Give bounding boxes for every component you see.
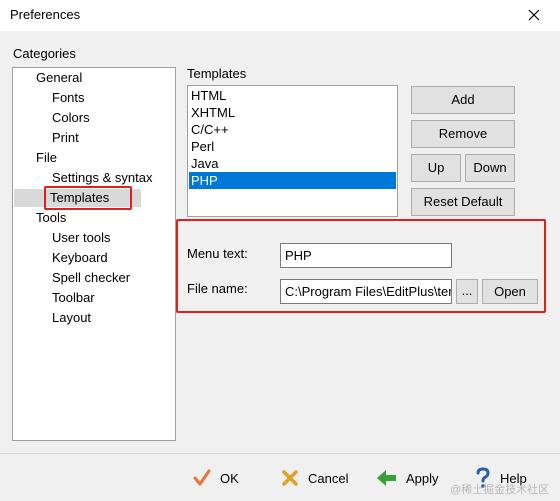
cancel-button[interactable]: Cancel <box>280 464 348 492</box>
list-item-java[interactable]: Java <box>189 155 396 172</box>
footer-separator <box>0 453 560 454</box>
ok-button[interactable]: OK <box>192 464 239 492</box>
down-button[interactable]: Down <box>465 154 515 182</box>
ok-label: OK <box>220 470 239 486</box>
preferences-dialog: Preferences Categories General Fonts Col… <box>0 0 560 501</box>
cancel-label: Cancel <box>308 470 349 486</box>
tree-item-colors[interactable]: Colors <box>50 109 92 127</box>
list-item-html[interactable]: HTML <box>189 87 396 104</box>
tree-item-spell-checker[interactable]: Spell checker <box>50 269 132 287</box>
tree-item-print[interactable]: Print <box>50 129 81 147</box>
apply-button[interactable]: Apply <box>376 464 439 492</box>
tree-item-toolbar[interactable]: Toolbar <box>50 289 97 307</box>
close-icon[interactable] <box>524 5 544 25</box>
list-item-php[interactable]: PHP <box>189 172 396 189</box>
up-button[interactable]: Up <box>411 154 461 182</box>
list-item-perl[interactable]: Perl <box>189 138 396 155</box>
menu-text-input[interactable]: PHP <box>280 243 452 268</box>
remove-button[interactable]: Remove <box>411 120 515 148</box>
checkmark-icon <box>193 469 211 486</box>
list-item-xhtml[interactable]: XHTML <box>189 104 396 121</box>
templates-highlight-box <box>44 186 132 210</box>
templates-list[interactable]: HTML XHTML C/C++ Perl Java PHP <box>187 85 398 217</box>
list-item-c-cpp[interactable]: C/C++ <box>189 121 396 138</box>
file-name-input[interactable]: C:\Program Files\EditPlus\template.php <box>280 279 452 304</box>
file-name-label: File name: <box>187 281 248 296</box>
tree-item-layout[interactable]: Layout <box>50 309 93 327</box>
browse-button[interactable]: ... <box>456 279 478 304</box>
watermark: @稀土掘金技术社区 <box>450 484 550 496</box>
tree-item-fonts[interactable]: Fonts <box>50 89 87 107</box>
tree-item-settings-syntax[interactable]: Settings & syntax <box>50 169 154 187</box>
tree-item-general[interactable]: General <box>34 69 84 87</box>
menu-text-label: Menu text: <box>187 246 248 261</box>
reset-default-button[interactable]: Reset Default <box>411 188 515 216</box>
templates-label: Templates <box>187 66 247 81</box>
categories-label: Categories <box>13 46 76 61</box>
tree-item-tools[interactable]: Tools <box>34 209 68 227</box>
title-bar: Preferences <box>0 0 560 31</box>
categories-tree[interactable]: General Fonts Colors Print File Settings… <box>12 67 176 441</box>
add-button[interactable]: Add <box>411 86 515 114</box>
tree-item-file[interactable]: File <box>34 149 59 167</box>
arrow-left-icon <box>377 470 396 486</box>
cancel-x-icon <box>282 470 298 486</box>
open-button[interactable]: Open <box>482 279 538 304</box>
tree-item-keyboard[interactable]: Keyboard <box>50 249 110 267</box>
apply-label: Apply <box>406 470 439 486</box>
tree-item-user-tools[interactable]: User tools <box>50 229 113 247</box>
window-title: Preferences <box>10 7 81 22</box>
